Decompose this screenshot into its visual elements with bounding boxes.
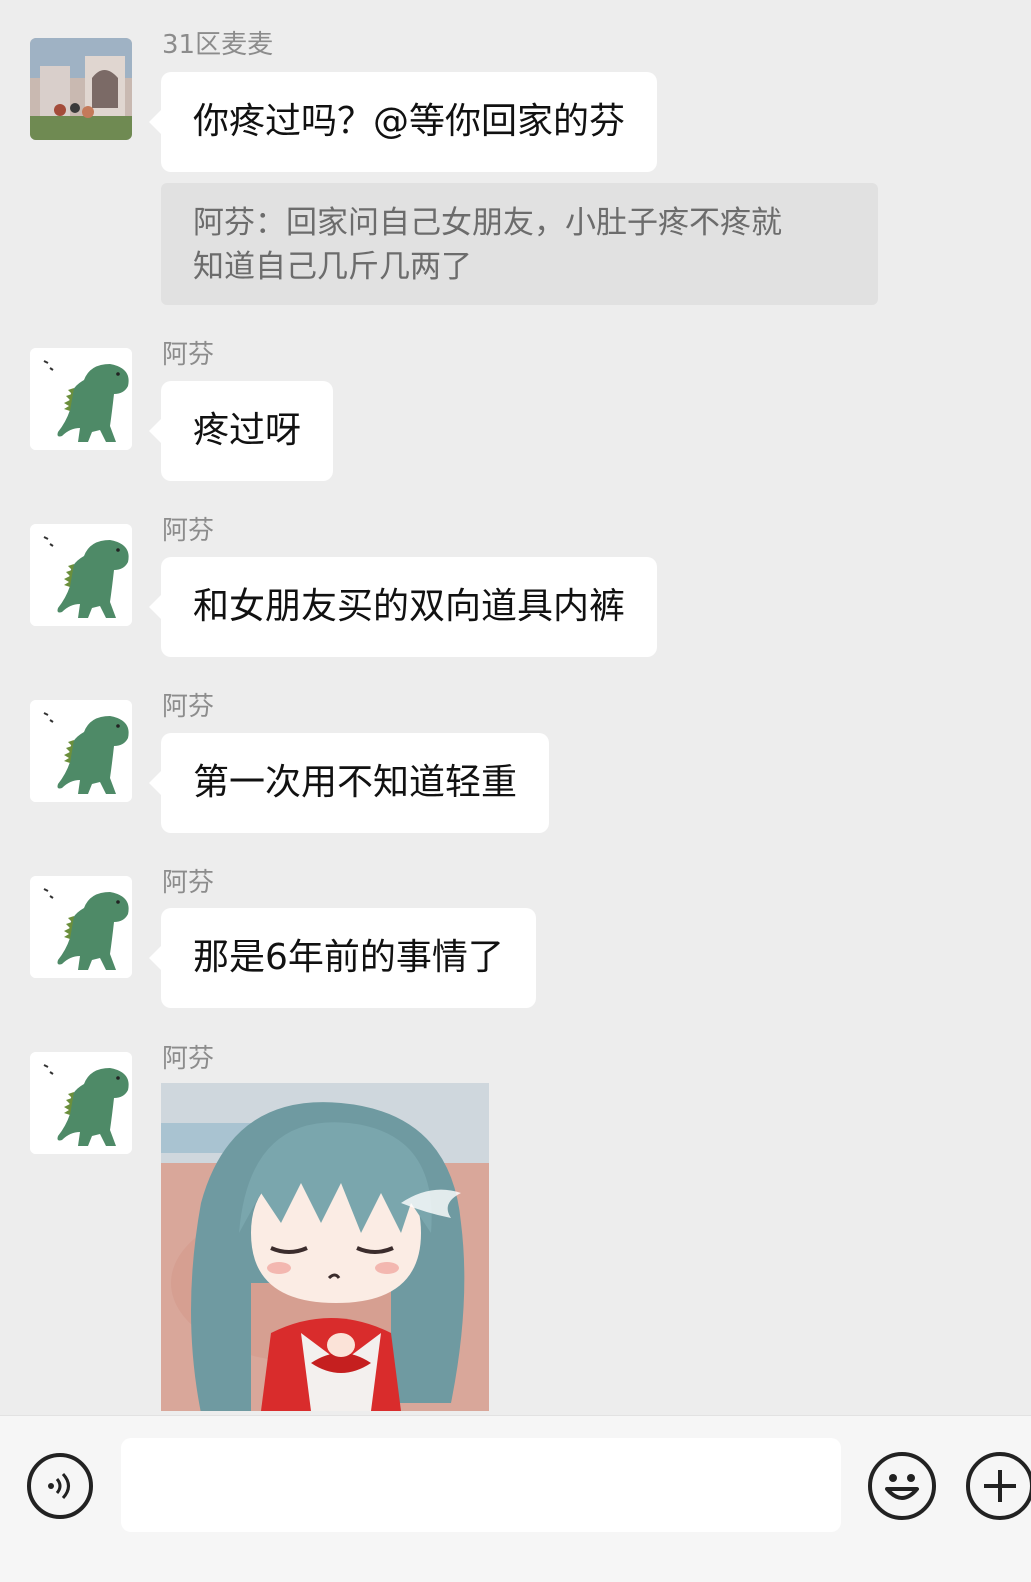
dinosaur-avatar-image xyxy=(30,700,132,802)
quote-line: 阿芬：回家问自己女朋友，小肚子疼不疼就 xyxy=(193,205,782,241)
dinosaur-avatar-image xyxy=(30,1052,132,1154)
message-bubble[interactable]: 疼过呀 xyxy=(148,381,334,481)
sender-name: 阿芬 xyxy=(162,516,215,546)
avatar[interactable] xyxy=(30,348,132,450)
voice-icon xyxy=(48,1472,70,1500)
sticker-image[interactable] xyxy=(161,1083,489,1411)
emoji-button[interactable] xyxy=(868,1452,936,1520)
chat-area[interactable]: 31区麦麦 你疼过吗？@等你回家的芬 阿芬：回家问自己女朋友，小肚子疼不疼就 知… xyxy=(0,0,1031,1428)
avatar[interactable] xyxy=(30,524,132,626)
quoted-message[interactable]: 阿芬：回家问自己女朋友，小肚子疼不疼就 知道自己几斤几两了 xyxy=(161,183,878,305)
quote-line: 知道自己几斤几两了 xyxy=(193,249,472,285)
dinosaur-avatar-image xyxy=(30,348,132,450)
plus-icon xyxy=(984,1470,1016,1502)
dinosaur-avatar-image xyxy=(30,524,132,626)
message-input[interactable] xyxy=(121,1438,841,1532)
sender-name: 阿芬 xyxy=(162,692,215,722)
avatar[interactable] xyxy=(30,1052,132,1154)
emoji-icon xyxy=(885,1474,919,1500)
photo-avatar-image xyxy=(30,38,132,140)
avatar[interactable] xyxy=(30,38,132,140)
more-button[interactable] xyxy=(966,1452,1031,1520)
sender-name: 阿芬 xyxy=(162,340,215,370)
anime-girl-sticker xyxy=(161,1083,489,1411)
avatar[interactable] xyxy=(30,876,132,978)
sender-name: 阿芬 xyxy=(162,1044,215,1074)
sender-name: 31区麦麦 xyxy=(162,30,274,60)
avatar[interactable] xyxy=(30,700,132,802)
message-bubble[interactable]: 那是6年前的事情了 xyxy=(149,908,536,1008)
sender-name: 阿芬 xyxy=(162,868,215,898)
message-bubble[interactable]: 和女朋友买的双向道具内裤 xyxy=(148,557,658,657)
voice-button[interactable] xyxy=(27,1453,93,1519)
message-bubble[interactable]: 第一次用不知道轻重 xyxy=(148,733,550,833)
dinosaur-avatar-image xyxy=(30,876,132,978)
message-bubble[interactable]: 你疼过吗？@等你回家的芬 xyxy=(148,72,658,172)
